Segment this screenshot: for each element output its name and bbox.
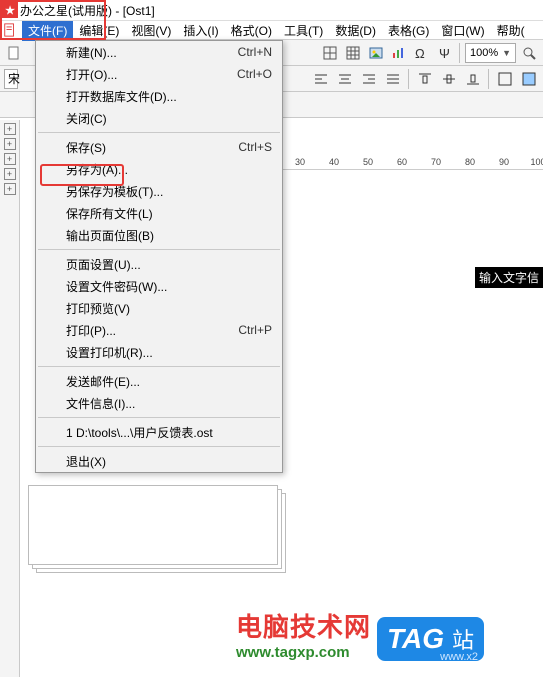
tree-node[interactable]: + (4, 138, 16, 150)
align-justify-icon[interactable] (382, 68, 403, 90)
menu-help[interactable]: 帮助( (491, 20, 531, 41)
font-combo[interactable]: 宋 (4, 69, 18, 89)
horizontal-ruler: 30 40 50 60 70 80 90 100 (283, 154, 543, 170)
menu-export-bitmap[interactable]: 输出页面位图(B) (36, 224, 282, 246)
menu-page-setup[interactable]: 页面设置(U)... (36, 253, 282, 275)
zoom-value: 100% (470, 47, 498, 59)
menu-file[interactable]: 文件(F) (22, 20, 73, 41)
app-title: 办公之星(试用版) - [Ost1] (20, 2, 155, 19)
menu-close[interactable]: 关闭(C) (36, 107, 282, 129)
titlebar: ★ 办公之星(试用版) - [Ost1] (0, 0, 543, 21)
table-icon[interactable] (320, 42, 340, 64)
borders-icon[interactable] (494, 68, 515, 90)
editor-area[interactable]: 输入文字信 (283, 172, 543, 677)
doc-name: - [Ost1] (115, 4, 154, 18)
align-center-icon[interactable] (334, 68, 355, 90)
menu-divider (38, 132, 280, 133)
text-placeholder: 输入文字信 (475, 267, 543, 288)
menu-send-mail[interactable]: 发送邮件(E)... (36, 370, 282, 392)
page-thumb[interactable] (28, 485, 278, 565)
menu-edit[interactable]: 编辑(E) (73, 20, 125, 41)
ruler-tick: 60 (385, 157, 419, 167)
menu-print[interactable]: 打印(P)...Ctrl+P (36, 319, 282, 341)
tree-node[interactable]: + (4, 183, 16, 195)
ruler-tick: 80 (453, 157, 487, 167)
watermark-url: www.tagxp.com (236, 644, 350, 661)
align-right-icon[interactable] (358, 68, 379, 90)
menu-save[interactable]: 保存(S)Ctrl+S (36, 136, 282, 158)
menu-save-template[interactable]: 另保存为模板(T)... (36, 180, 282, 202)
menu-tools[interactable]: 工具(T) (278, 20, 329, 41)
ruler-tick: 40 (317, 157, 351, 167)
tree-node[interactable]: + (4, 123, 16, 135)
omega-icon[interactable]: Ω (411, 42, 431, 64)
chevron-down-icon: ▼ (502, 48, 511, 58)
menu-save-as[interactable]: 另存为(A)... (36, 158, 282, 180)
menu-divider (38, 446, 280, 447)
grid-icon[interactable] (343, 42, 363, 64)
watermark-title: 电脑技术网 (236, 607, 371, 644)
menu-save-all[interactable]: 保存所有文件(L) (36, 202, 282, 224)
badge-text: TAG (387, 623, 444, 655)
menu-divider (38, 366, 280, 367)
menu-data[interactable]: 数据(D) (329, 20, 382, 41)
app-edition: (试用版) (68, 4, 112, 18)
valign-top-icon[interactable] (414, 68, 435, 90)
menu-file-info[interactable]: 文件信息(I)... (36, 392, 282, 414)
tree-node[interactable]: + (4, 168, 16, 180)
page-thumbnails (28, 485, 282, 585)
menu-window[interactable]: 窗口(W) (435, 20, 490, 41)
image-icon[interactable] (366, 42, 386, 64)
ruler-tick: 50 (351, 157, 385, 167)
align-left-icon[interactable] (310, 68, 331, 90)
watermark: 电脑技术网 www.tagxp.com TAG 站 www.x2 (236, 607, 484, 661)
zoom-tool-icon[interactable] (519, 42, 539, 64)
menu-set-password[interactable]: 设置文件密码(W)... (36, 275, 282, 297)
menu-recent-1[interactable]: 1 D:\tools\...\用户反馈表.ost (36, 421, 282, 443)
new-icon[interactable] (4, 42, 24, 64)
valign-middle-icon[interactable] (438, 68, 459, 90)
menu-format[interactable]: 格式(O) (225, 20, 278, 41)
ruler-tick: 100 (521, 157, 543, 167)
tag-badge: TAG 站 www.x2 (377, 617, 484, 661)
doc-icon[interactable] (2, 22, 18, 38)
menu-divider (38, 417, 280, 418)
menu-new[interactable]: 新建(N)...Ctrl+N (36, 41, 282, 63)
fill-icon[interactable] (518, 68, 539, 90)
zoom-combo[interactable]: 100% ▼ (465, 43, 516, 63)
menu-print-preview[interactable]: 打印预览(V) (36, 297, 282, 319)
ruler-tick: 90 (487, 157, 521, 167)
badge-url: www.x2 (440, 651, 478, 663)
svg-text:Ω: Ω (415, 46, 425, 61)
psi-icon[interactable]: Ψ (434, 42, 454, 64)
menu-open[interactable]: 打开(O)...Ctrl+O (36, 63, 282, 85)
menubar: 文件(F) 编辑(E) 视图(V) 插入(I) 格式(O) 工具(T) 数据(D… (0, 21, 543, 40)
menu-exit[interactable]: 退出(X) (36, 450, 282, 472)
file-menu-dropdown: 新建(N)...Ctrl+N 打开(O)...Ctrl+O 打开数据库文件(D)… (35, 40, 283, 473)
ruler-tick: 70 (419, 157, 453, 167)
menu-open-db[interactable]: 打开数据库文件(D)... (36, 85, 282, 107)
valign-bottom-icon[interactable] (462, 68, 483, 90)
app-name: 办公之星 (20, 4, 68, 18)
ruler-tick: 30 (283, 157, 317, 167)
menu-view[interactable]: 视图(V) (125, 20, 177, 41)
menu-insert[interactable]: 插入(I) (177, 20, 224, 41)
menu-table[interactable]: 表格(G) (382, 20, 435, 41)
app-icon: ★ (2, 2, 18, 18)
chart-icon[interactable] (389, 42, 409, 64)
outline-panel: + + + + + (0, 120, 20, 677)
svg-text:Ψ: Ψ (439, 46, 450, 61)
menu-printer-setup[interactable]: 设置打印机(R)... (36, 341, 282, 363)
tree-node[interactable]: + (4, 153, 16, 165)
menu-divider (38, 249, 280, 250)
